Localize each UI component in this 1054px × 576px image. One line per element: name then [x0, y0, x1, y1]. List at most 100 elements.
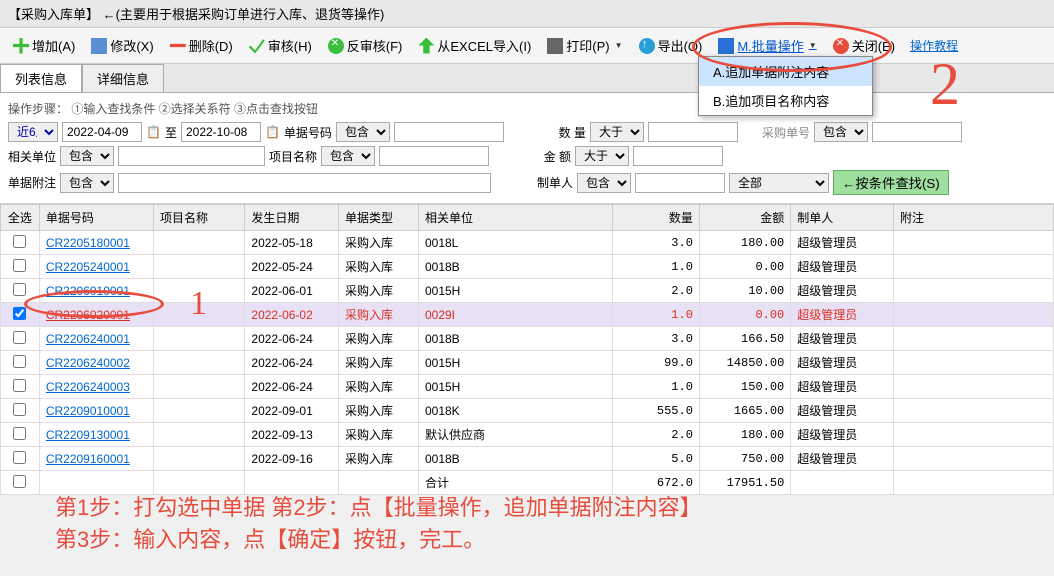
docno-link[interactable]: CR2206010001 [46, 284, 130, 298]
period-select[interactable]: 近6月 [8, 122, 58, 142]
col-type[interactable]: 单据类型 [339, 205, 419, 231]
note-op-select[interactable]: 包含 [60, 173, 114, 193]
search-button[interactable]: ←按条件查找(S) [833, 170, 949, 195]
docno-link[interactable]: CR2205180001 [46, 236, 130, 250]
print-button[interactable]: 打印(P)▼ [540, 32, 629, 59]
tab-bar: 列表信息 详细信息 [0, 64, 1054, 93]
delete-button[interactable]: 删除(D) [163, 32, 240, 59]
batch-icon [718, 38, 734, 54]
filter-panel: 操作步骤： ①输入查找条件 ②选择关系符 ③点击查找按钮 近6月 📋 至 📋 单… [0, 93, 1054, 204]
row-checkbox[interactable] [13, 283, 26, 296]
proj-op-select[interactable]: 包含 [321, 146, 375, 166]
docno-input[interactable] [394, 122, 504, 142]
table-row[interactable]: CR22062400022022-06-24采购入库0015H99.014850… [1, 351, 1054, 375]
table-row[interactable]: CR22062400012022-06-24采购入库0018B3.0166.50… [1, 327, 1054, 351]
col-select[interactable]: 全选 [1, 205, 40, 231]
batch-dropdown-menu: A.追加单据附注内容 B.追加项目名称内容 [698, 56, 873, 116]
export-button[interactable]: 导出(O) [632, 32, 710, 59]
menu-append-note[interactable]: A.追加单据附注内容 [699, 57, 872, 86]
date-from-input[interactable] [62, 122, 142, 142]
col-project[interactable]: 项目名称 [154, 205, 245, 231]
row-checkbox[interactable] [13, 451, 26, 464]
window-title: 【采购入库单】 ←(主要用于根据采购订单进行入库、退货等操作) [0, 0, 1054, 28]
row-checkbox[interactable] [13, 379, 26, 392]
check-icon [249, 38, 265, 54]
col-vendor[interactable]: 相关单位 [418, 205, 612, 231]
row-checkbox[interactable] [13, 235, 26, 248]
maker-all-select[interactable]: 全部 [729, 173, 829, 193]
col-docno[interactable]: 单据号码 [39, 205, 153, 231]
calendar-icon[interactable]: 📋 [265, 125, 280, 139]
edit-icon [91, 38, 107, 54]
vendor-op-select[interactable]: 包含 [60, 146, 114, 166]
filter-hint: 操作步骤： ①输入查找条件 ②选择关系符 ③点击查找按钮 [8, 97, 1046, 120]
note-input[interactable] [118, 173, 491, 193]
row-checkbox[interactable] [13, 331, 26, 344]
maker-input[interactable] [635, 173, 725, 193]
docno-link[interactable]: CR2209130001 [46, 428, 130, 442]
col-maker[interactable]: 制单人 [791, 205, 894, 231]
po-input[interactable] [872, 122, 962, 142]
data-grid: 全选 单据号码 项目名称 发生日期 单据类型 相关单位 数量 金额 制单人 附注… [0, 204, 1054, 495]
docno-link[interactable]: CR2206240003 [46, 380, 130, 394]
printer-icon [547, 38, 563, 54]
docno-link[interactable]: CR2206020001 [46, 308, 130, 322]
table-row[interactable]: CR22090100012022-09-01采购入库0018K555.01665… [1, 399, 1054, 423]
row-checkbox[interactable] [13, 355, 26, 368]
table-row[interactable]: CR22052400012022-05-24采购入库0018B1.00.00超级… [1, 255, 1054, 279]
menu-append-project[interactable]: B.追加项目名称内容 [699, 86, 872, 115]
docno-link[interactable]: CR2209010001 [46, 404, 130, 418]
docno-link[interactable]: CR2209160001 [46, 452, 130, 466]
date-to-input[interactable] [181, 122, 261, 142]
export-icon [639, 38, 655, 54]
vendor-input[interactable] [118, 146, 265, 166]
table-row[interactable]: CR22051800012022-05-18采购入库0018L3.0180.00… [1, 231, 1054, 255]
table-row[interactable]: CR22060200012022-06-02采购入库0029I1.00.00超级… [1, 303, 1054, 327]
edit-button[interactable]: 修改(X) [84, 32, 160, 59]
download-icon [418, 38, 434, 54]
tab-detail[interactable]: 详细信息 [82, 64, 164, 92]
annotation-number-1: 1 [190, 285, 207, 323]
col-qty[interactable]: 数量 [613, 205, 700, 231]
docno-op-select[interactable]: 包含 [336, 122, 390, 142]
table-row[interactable]: CR22062400032022-06-24采购入库0015H1.0150.00… [1, 375, 1054, 399]
row-checkbox[interactable] [13, 427, 26, 440]
close-button[interactable]: 关闭(E) [826, 32, 902, 59]
docno-link[interactable]: CR2206240001 [46, 332, 130, 346]
minus-icon [170, 38, 186, 54]
calendar-icon[interactable]: 📋 [146, 125, 161, 139]
chevron-down-icon: ▼ [809, 41, 817, 50]
add-button[interactable]: 增加(A) [6, 32, 82, 59]
uncheck-icon [328, 38, 344, 54]
annotation-step12: 第1步：打勾选中单据 第2步：点【批量操作，追加单据附注内容】 [55, 490, 702, 522]
qty-input[interactable] [648, 122, 738, 142]
table-row[interactable]: CR22091300012022-09-13采购入库默认供应商2.0180.00… [1, 423, 1054, 447]
table-row[interactable]: CR22091600012022-09-16采购入库0018B5.0750.00… [1, 447, 1054, 471]
qty-op-select[interactable]: 大于 [590, 122, 644, 142]
batch-button[interactable]: M.批量操作▼ [711, 32, 823, 59]
docno-link[interactable]: CR2206240002 [46, 356, 130, 370]
po-op-select[interactable]: 包含 [814, 122, 868, 142]
row-checkbox[interactable] [13, 259, 26, 272]
row-checkbox[interactable] [13, 403, 26, 416]
unaudit-button[interactable]: 反审核(F) [321, 32, 410, 59]
amt-op-select[interactable]: 大于 [575, 146, 629, 166]
col-note[interactable]: 附注 [894, 205, 1054, 231]
audit-button[interactable]: 审核(H) [242, 32, 319, 59]
annotation-step3: 第3步：输入内容，点【确定】按钮，完工。 [55, 522, 485, 554]
maker-op-select[interactable]: 包含 [577, 173, 631, 193]
close-icon [833, 38, 849, 54]
chevron-down-icon: ▼ [615, 41, 623, 50]
plus-icon [13, 38, 29, 54]
col-amt[interactable]: 金额 [699, 205, 790, 231]
docno-link[interactable]: CR2205240001 [46, 260, 130, 274]
excel-import-button[interactable]: 从EXCEL导入(I) [411, 32, 538, 59]
table-row[interactable]: CR22060100012022-06-01采购入库0015H2.010.00超… [1, 279, 1054, 303]
proj-input[interactable] [379, 146, 489, 166]
row-checkbox[interactable] [13, 307, 26, 320]
amt-input[interactable] [633, 146, 723, 166]
tab-list[interactable]: 列表信息 [0, 64, 82, 92]
toolbar: 增加(A) 修改(X) 删除(D) 审核(H) 反审核(F) 从EXCEL导入(… [0, 28, 1054, 64]
annotation-number-2: 2 [930, 50, 960, 119]
col-date[interactable]: 发生日期 [245, 205, 339, 231]
